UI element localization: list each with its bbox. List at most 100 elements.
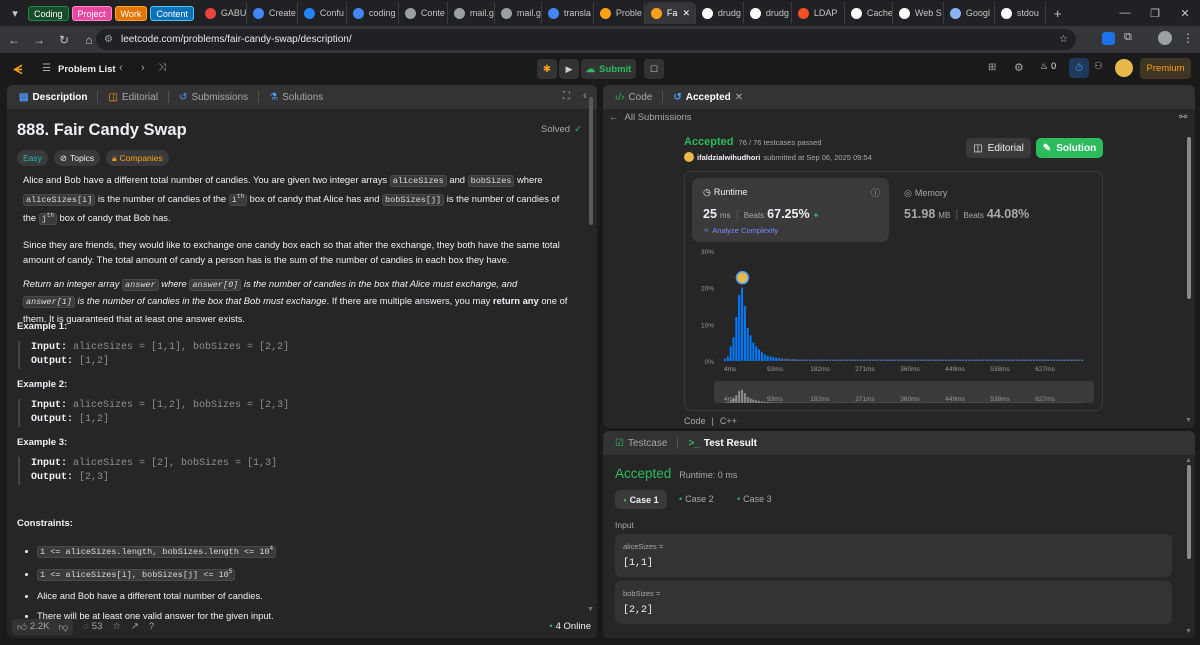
chart-bar[interactable] xyxy=(888,359,891,361)
chart-bar[interactable] xyxy=(936,359,939,361)
close-tab-icon[interactable]: ✕ xyxy=(682,8,690,19)
chart-bar[interactable] xyxy=(743,306,746,361)
shuffle-icon[interactable]: ⤨ xyxy=(158,62,166,73)
chart-bar[interactable] xyxy=(874,359,877,361)
star-icon[interactable]: ☆ xyxy=(112,621,121,632)
browser-tab[interactable]: mail.g xyxy=(448,2,495,24)
chart-bar[interactable] xyxy=(862,359,865,361)
problem-list-link[interactable]: Problem List xyxy=(58,64,116,75)
chart-bar[interactable] xyxy=(809,359,812,361)
chart-bar[interactable] xyxy=(783,358,786,361)
chart-bar[interactable] xyxy=(970,359,973,361)
chart-bar[interactable] xyxy=(1030,359,1033,361)
tab-submissions[interactable]: ↺ Submissions xyxy=(175,92,252,103)
difficulty-badge[interactable]: Easy xyxy=(17,150,48,166)
extensions-puzzle-icon[interactable]: ⧉ xyxy=(1124,31,1132,44)
chart-bar[interactable] xyxy=(803,359,806,361)
chart-bar[interactable] xyxy=(735,317,738,361)
chart-bar[interactable] xyxy=(959,359,962,361)
layout-icon[interactable]: ⊞ xyxy=(988,62,996,73)
chart-bar[interactable] xyxy=(1066,359,1070,361)
case-2-button[interactable]: • Case 2 xyxy=(679,494,714,504)
chart-bar[interactable] xyxy=(1007,359,1010,361)
chart-bar[interactable] xyxy=(817,359,820,361)
reload-icon[interactable]: ↻ xyxy=(53,29,75,51)
chart-bar[interactable] xyxy=(922,359,925,361)
chart-bar[interactable] xyxy=(1010,359,1013,361)
chart-bar[interactable] xyxy=(928,359,931,361)
chart-bar[interactable] xyxy=(1004,359,1007,361)
scroll-down-icon[interactable]: ▼ xyxy=(587,606,594,613)
chart-bar[interactable] xyxy=(826,359,829,361)
chart-bar[interactable] xyxy=(993,359,996,361)
chart-bar[interactable] xyxy=(732,337,735,361)
scroll-up-icon[interactable]: ▲ xyxy=(1185,457,1192,464)
notes-icon[interactable]: ☐ xyxy=(644,59,664,79)
solution-button[interactable]: ✎ Solution xyxy=(1036,138,1103,158)
chart-bar[interactable] xyxy=(794,359,797,361)
browser-tab[interactable]: Cache xyxy=(845,2,893,24)
chart-bar[interactable] xyxy=(947,359,950,361)
chart-bar[interactable] xyxy=(865,359,868,361)
chart-bar[interactable] xyxy=(1047,359,1050,361)
runtime-card[interactable]: ◷ Runtime ⓘ 25 ms | Beats 67.25% ✦ ✧ Analy… xyxy=(692,178,889,242)
chart-bar[interactable] xyxy=(1015,359,1019,361)
chart-bar[interactable] xyxy=(857,359,860,361)
chart-bar[interactable] xyxy=(1058,359,1061,361)
chart-bar[interactable] xyxy=(1075,359,1078,361)
chart-bar[interactable] xyxy=(831,359,834,361)
chart-bar[interactable] xyxy=(724,358,727,361)
tab-editorial[interactable]: ◫ Editorial xyxy=(104,92,162,103)
browser-tab[interactable]: drudg xyxy=(744,2,792,24)
back-icon[interactable]: ← xyxy=(3,29,25,51)
info-icon[interactable]: ⓘ xyxy=(871,186,880,199)
chart-bar[interactable] xyxy=(1078,359,1081,361)
chart-bar[interactable] xyxy=(987,359,990,361)
chart-bar[interactable] xyxy=(752,342,755,361)
browser-tab[interactable]: GABUI xyxy=(199,2,247,24)
chart-bar[interactable] xyxy=(899,359,902,361)
browser-tab[interactable]: coding xyxy=(347,2,399,24)
leetcode-logo-icon[interactable]: ᗕ xyxy=(13,62,27,77)
chart-bar[interactable] xyxy=(916,359,919,361)
chart-bar[interactable] xyxy=(1021,359,1024,361)
chart-bar[interactable] xyxy=(811,359,814,361)
chart-bar[interactable] xyxy=(1013,359,1016,361)
chart-bar[interactable] xyxy=(769,356,772,361)
chart-bar[interactable] xyxy=(1044,359,1047,361)
chart-bar[interactable] xyxy=(760,351,763,361)
case-1-button[interactable]: • Case 1 xyxy=(615,490,667,509)
chart-bar[interactable] xyxy=(902,359,905,361)
chart-bar[interactable] xyxy=(1018,359,1021,361)
chart-bar[interactable] xyxy=(967,359,970,361)
tab-group-content[interactable]: Content xyxy=(150,5,194,21)
chart-bar[interactable] xyxy=(868,359,871,361)
share-icon[interactable]: ↗ xyxy=(131,621,139,632)
tab-solutions[interactable]: ⚗ Solutions xyxy=(265,92,327,103)
chart-bar[interactable] xyxy=(891,359,894,361)
username-link[interactable]: ifaldzialwihudhori xyxy=(697,153,760,162)
chart-bar[interactable] xyxy=(820,359,823,361)
browser-menu-icon[interactable]: ⋮ xyxy=(1182,31,1194,45)
chart-bar[interactable] xyxy=(726,356,729,361)
chart-bar[interactable] xyxy=(749,335,752,361)
chart-bar[interactable] xyxy=(930,359,933,361)
chart-bar[interactable] xyxy=(845,359,848,361)
browser-tab[interactable]: mail.g xyxy=(495,2,542,24)
chart-bar[interactable] xyxy=(851,359,854,361)
chart-bar[interactable] xyxy=(882,359,885,361)
chart-bar[interactable] xyxy=(786,358,789,361)
scroll-down-icon[interactable]: ▼ xyxy=(1185,628,1192,635)
chart-bar[interactable] xyxy=(854,359,857,361)
chart-bar[interactable] xyxy=(848,359,851,361)
close-window-icon[interactable]: ✕ xyxy=(1170,0,1200,26)
chart-bar[interactable] xyxy=(1052,359,1055,361)
chart-bar[interactable] xyxy=(834,359,837,361)
extension-icon[interactable] xyxy=(1102,32,1115,45)
browser-tab[interactable]: drudg xyxy=(696,2,744,24)
chart-bar[interactable] xyxy=(896,359,899,361)
chart-bar[interactable] xyxy=(1024,359,1027,361)
chart-bar[interactable] xyxy=(797,359,800,361)
your-submission-marker[interactable] xyxy=(735,270,750,285)
tab-group-work[interactable]: Work xyxy=(114,5,148,21)
